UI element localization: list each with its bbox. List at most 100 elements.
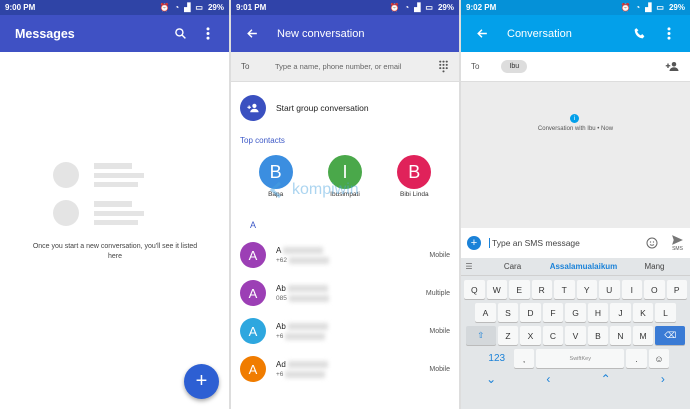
search-icon[interactable] xyxy=(169,23,191,45)
empty-state-illustration xyxy=(53,162,144,226)
wifi-icon: ◔ xyxy=(635,3,641,12)
add-person-icon[interactable] xyxy=(665,61,680,72)
top-contacts-heading: Top contacts xyxy=(240,136,285,145)
group-add-icon xyxy=(240,95,266,121)
key[interactable]: M xyxy=(632,326,654,345)
empty-state-message: Once you start a new conversation, you'l… xyxy=(32,243,198,260)
battery-icon: ▭ xyxy=(195,3,203,12)
chevron-right-icon[interactable]: › xyxy=(661,372,665,386)
key[interactable]: Y xyxy=(576,280,597,299)
recipient-chip[interactable]: Ibu xyxy=(501,60,528,73)
key[interactable]: P xyxy=(666,280,687,299)
key[interactable]: C xyxy=(542,326,564,345)
numbers-key[interactable]: 123 xyxy=(481,349,512,368)
key[interactable]: S xyxy=(497,303,519,322)
contact-name: A xyxy=(276,245,281,255)
suggestion[interactable]: Cara xyxy=(477,262,548,271)
key[interactable]: I xyxy=(621,280,642,299)
key[interactable]: H xyxy=(587,303,609,322)
send-button[interactable]: SMS xyxy=(671,234,684,252)
key[interactable]: Q xyxy=(464,280,485,299)
key[interactable]: B xyxy=(587,326,609,345)
contact-name: Ab xyxy=(276,283,286,293)
alarm-icon: ⏰ xyxy=(389,3,400,12)
status-bar: 9:00 PM ⏰ ◔ ▟ ▭ 29% xyxy=(0,0,229,15)
chevron-down-icon[interactable]: ⌄ xyxy=(486,372,496,386)
key[interactable]: F xyxy=(542,303,564,322)
dialpad-icon[interactable] xyxy=(438,60,449,73)
avatar: A xyxy=(240,318,266,344)
redacted-text xyxy=(288,323,329,331)
suggestion[interactable]: Mang xyxy=(619,262,690,271)
add-icon: + xyxy=(195,370,208,392)
battery-icon: ▭ xyxy=(656,3,664,12)
suggestion[interactable]: Assalamualaikum xyxy=(548,262,619,271)
redacted-text xyxy=(285,370,326,378)
chevron-up-icon[interactable]: ⌃ xyxy=(601,372,611,386)
app-bar: New conversation xyxy=(231,15,459,52)
app-bar: Conversation xyxy=(461,15,690,52)
key[interactable]: G xyxy=(565,303,586,322)
attach-add-icon[interactable]: + xyxy=(467,236,481,250)
phone-icon[interactable] xyxy=(628,23,650,45)
emoji-key[interactable]: ☺ xyxy=(648,349,670,368)
key[interactable]: N xyxy=(610,326,631,345)
key[interactable]: W xyxy=(486,280,507,299)
emoji-icon[interactable] xyxy=(645,236,659,250)
space-key[interactable]: SwiftKey xyxy=(536,349,625,368)
battery-level: 29% xyxy=(437,3,454,12)
to-label: To xyxy=(241,62,250,71)
overflow-menu-icon[interactable] xyxy=(197,23,219,45)
overflow-menu-icon[interactable] xyxy=(658,23,680,45)
key[interactable]: D xyxy=(520,303,541,322)
key[interactable]: O xyxy=(644,280,665,299)
key[interactable]: V xyxy=(565,326,586,345)
keyboard-menu-icon[interactable]: ☰ xyxy=(461,262,477,271)
page-title: Conversation xyxy=(507,27,572,40)
backspace-key[interactable]: ⌫ xyxy=(655,326,686,345)
key[interactable]: T xyxy=(554,280,575,299)
key[interactable]: U xyxy=(599,280,620,299)
key[interactable]: X xyxy=(520,326,541,345)
recipient-input[interactable]: Type a name, phone number, or email xyxy=(275,62,438,71)
key[interactable]: E xyxy=(509,280,530,299)
chevron-left-icon[interactable]: ‹ xyxy=(546,372,550,386)
battery-level: 29% xyxy=(668,3,685,12)
avatar: A xyxy=(240,242,266,268)
contact-name: Ab xyxy=(276,321,286,331)
contact-row[interactable]: A Ad +6 Mobile xyxy=(231,350,459,388)
contact-row[interactable]: A A +62 Mobile xyxy=(231,236,459,274)
info-icon: i xyxy=(570,114,579,123)
comma-key[interactable]: , xyxy=(513,349,535,368)
redacted-text xyxy=(283,247,324,255)
back-arrow-icon[interactable] xyxy=(241,27,263,40)
top-contact[interactable]: B Bibi Linda xyxy=(384,155,444,215)
contact-row[interactable]: A Ab 085 Multiple xyxy=(231,274,459,312)
number-type: Multiple xyxy=(425,289,450,297)
start-group-conversation[interactable]: Start group conversation xyxy=(231,88,459,128)
new-conversation-button[interactable]: + xyxy=(184,364,219,399)
key-row: 123 , SwiftKey . ☺ xyxy=(461,349,690,368)
swiftkey-keyboard: ☰ Cara Assalamualaikum Mang Q W E R T Y … xyxy=(461,258,690,409)
signal-icon: ▟ xyxy=(645,3,652,12)
number-type: Mobile xyxy=(429,251,450,259)
message-input[interactable]: Type an SMS message xyxy=(489,238,645,248)
period-key[interactable]: . xyxy=(626,349,647,368)
back-arrow-icon[interactable] xyxy=(471,23,493,45)
alarm-icon: ⏰ xyxy=(159,3,170,12)
shift-key[interactable]: ⇧ xyxy=(465,326,496,345)
key[interactable]: J xyxy=(610,303,631,322)
status-time: 9:02 PM xyxy=(466,3,497,12)
key[interactable]: Z xyxy=(497,326,519,345)
status-time: 9:00 PM xyxy=(5,3,36,12)
messages-screen: 9:00 PM ⏰ ◔ ▟ ▭ 29% Messages Once you st… xyxy=(0,0,229,409)
watermark: kompiwin xyxy=(268,180,359,200)
contact-number: +6 xyxy=(276,371,284,379)
recipient-row: To Ibu xyxy=(461,52,690,82)
contact-row[interactable]: A Ab +6 Mobile xyxy=(231,312,459,350)
key[interactable]: K xyxy=(632,303,654,322)
key[interactable]: A xyxy=(475,303,496,322)
key[interactable]: L xyxy=(655,303,676,322)
number-type: Mobile xyxy=(429,365,450,373)
key[interactable]: R xyxy=(531,280,552,299)
